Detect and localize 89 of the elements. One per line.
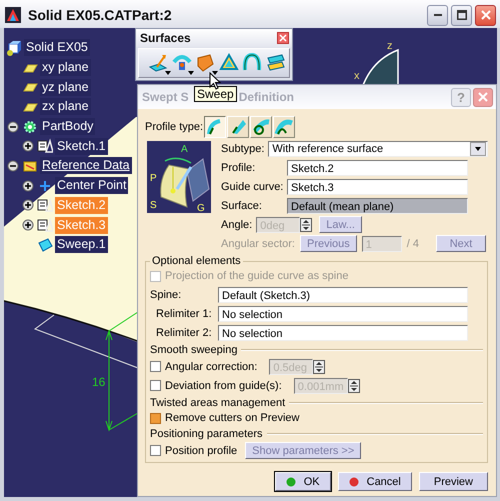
maximize-button[interactable]: [451, 4, 472, 26]
dot-icon: [348, 476, 359, 486]
sketch-icon: [37, 217, 53, 234]
dot-icon: [286, 476, 296, 486]
spin-button[interactable]: [348, 378, 360, 392]
section-title: Optional elements: [151, 255, 242, 267]
preview-button[interactable]: Preview: [418, 472, 488, 491]
section-title: Positioning parameters: [150, 428, 263, 440]
tree-item[interactable]: Center Point: [55, 177, 128, 194]
conic-profile-icon: [274, 116, 294, 136]
diagram-label: S: [150, 200, 157, 211]
axis-label: x: [354, 70, 360, 82]
field-label: Relimiter 1:: [156, 308, 213, 320]
spin-button[interactable]: [300, 218, 312, 232]
diagram-label: G: [197, 203, 205, 213]
sketch-icon: [37, 138, 53, 154]
minimize-icon: [434, 14, 442, 16]
spin-button[interactable]: [313, 360, 326, 374]
close-icon[interactable]: [277, 32, 289, 44]
ok-button[interactable]: OK: [274, 472, 331, 491]
tree-item[interactable]: zx plane: [40, 98, 91, 116]
checkbox-label: Projection of the guide curve as spine: [165, 270, 348, 282]
tree-item[interactable]: PartBody: [40, 118, 96, 136]
close-icon: [480, 10, 490, 20]
window-title: Solid EX05.CATPart:2: [28, 7, 172, 23]
checkbox-label: Position profile: [165, 444, 238, 456]
guide-curve-field[interactable]: Sketch.3: [287, 178, 468, 194]
sketch-icon: [37, 197, 53, 214]
circle-profile-icon: [251, 116, 272, 136]
checkbox[interactable]: [150, 380, 161, 391]
extrude-icon: [147, 52, 170, 74]
plus-icon[interactable]: [22, 180, 34, 192]
surface-icon: [37, 236, 53, 253]
checkbox-label: Deviation from guide(s):: [165, 380, 282, 392]
checkbox[interactable]: [150, 412, 161, 424]
field-label: Profile type:: [145, 120, 204, 132]
tree-item[interactable]: Reference Data: [40, 157, 132, 174]
field-label: Angular sector:: [221, 238, 295, 250]
maximize-icon: [456, 10, 466, 20]
field-label: Profile:: [221, 162, 256, 174]
minimize-button[interactable]: [427, 4, 448, 26]
subtype-dropdown[interactable]: With reference surface: [268, 140, 488, 156]
checkbox-label: Angular correction:: [165, 360, 258, 372]
profile-field[interactable]: Sketch.2: [287, 160, 468, 176]
spine-field[interactable]: Default (Sketch.3): [218, 286, 468, 302]
tree-item[interactable]: Sweep.1: [55, 236, 108, 254]
tree-item[interactable]: Solid EX05: [24, 39, 90, 56]
cancel-button[interactable]: Cancel: [338, 472, 412, 491]
field-label: Surface:: [221, 200, 263, 212]
section-title: Smooth sweeping: [150, 344, 238, 356]
dimension-label: 16: [92, 375, 106, 389]
dialog-title: Swept S: [142, 90, 189, 104]
close-icon: [478, 92, 488, 102]
minus-icon[interactable]: [7, 120, 19, 133]
app-icon: [5, 7, 21, 23]
field-label: Angle:: [221, 218, 252, 230]
caret-icon: [475, 146, 481, 150]
close-button[interactable]: [473, 88, 493, 106]
toolbar-title: Surfaces: [140, 31, 191, 45]
diagram-label: A: [181, 144, 188, 155]
axis-label: z: [387, 40, 392, 52]
tree-item[interactable]: yz plane: [40, 78, 91, 96]
minus-icon[interactable]: [7, 160, 19, 172]
field-label: Guide curve:: [221, 180, 284, 192]
profile-type-button[interactable]: [204, 116, 226, 138]
checkbox-label: Remove cutters on Preview: [165, 412, 300, 424]
sector-total: / 4: [406, 238, 420, 250]
plus-icon[interactable]: [22, 140, 34, 152]
cube-icon: [6, 40, 22, 56]
caret-icon[interactable]: [212, 71, 218, 75]
relimiter-field[interactable]: No selection: [218, 306, 468, 322]
tree-item[interactable]: Sketch.1: [55, 138, 108, 155]
tooltip: Sweep: [194, 86, 237, 102]
tree-item[interactable]: xy plane: [40, 59, 91, 76]
field-label: Spine:: [150, 288, 182, 300]
dropdown-value: With reference surface: [272, 142, 384, 156]
checkbox[interactable]: [150, 445, 161, 456]
section-title: Twisted areas management: [150, 396, 286, 408]
caret-icon[interactable]: [188, 71, 194, 75]
dialog-title: Definition: [238, 90, 294, 104]
relimiter-field[interactable]: No selection: [218, 324, 468, 340]
field-label: Subtype:: [221, 142, 264, 154]
gear-icon: [22, 118, 38, 135]
plus-icon[interactable]: [22, 199, 34, 212]
field-label: Relimiter 2:: [156, 326, 213, 338]
diagram-label: P: [150, 173, 157, 184]
checkbox[interactable]: [150, 361, 161, 372]
caret-icon[interactable]: [164, 71, 170, 75]
close-button[interactable]: [475, 4, 496, 26]
